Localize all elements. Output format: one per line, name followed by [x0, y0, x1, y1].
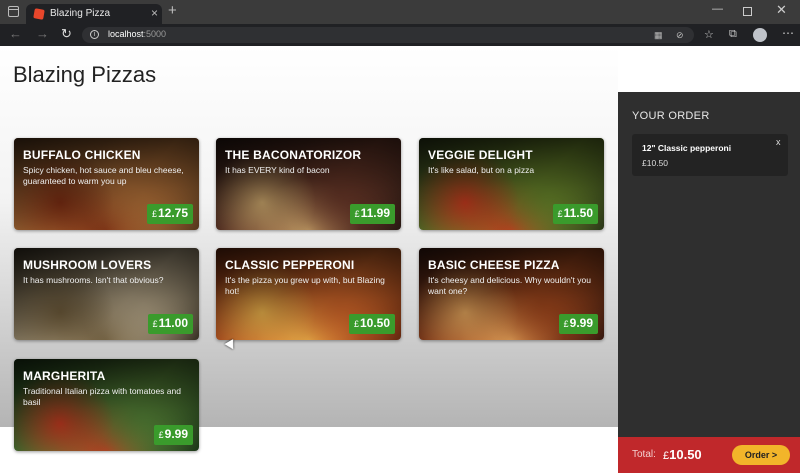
currency-symbol: £ — [354, 209, 360, 219]
currency-symbol: £ — [557, 209, 563, 219]
pizza-name: BASIC CHEESE PIZZA — [428, 258, 560, 272]
tab-close-icon[interactable]: × — [151, 6, 158, 20]
tab-strip: Blazing Pizza × + — ✕ — [0, 0, 800, 24]
order-sidebar: YOUR ORDER 12" Classic pepperoni £10.50 … — [618, 92, 800, 437]
order-item: 12" Classic pepperoni £10.50 x — [632, 134, 788, 176]
window-menu-icon[interactable] — [8, 6, 19, 17]
url-host: localhost — [108, 29, 144, 39]
maximize-button[interactable] — [743, 7, 752, 16]
pizza-description: It has mushrooms. Isn't that obvious? — [23, 275, 164, 285]
pizza-favicon-icon — [33, 8, 45, 20]
tracking-prevention-icon[interactable]: ⊘ — [676, 30, 684, 41]
price-value: 12.75 — [157, 206, 188, 220]
close-window-button[interactable]: ✕ — [776, 2, 787, 18]
pizza-card-classic-pepperoni[interactable]: CLASSIC PEPPERONI It's the pizza you gre… — [216, 248, 401, 340]
currency-symbol: £ — [152, 319, 158, 329]
new-tab-button[interactable]: + — [168, 3, 177, 19]
pizza-name: BUFFALO CHICKEN — [23, 148, 141, 162]
pizza-price-badge: £10.50 — [348, 314, 395, 334]
price-value: 10.50 — [359, 316, 390, 330]
collections-icon[interactable]: ⧉ — [729, 28, 737, 41]
pizza-price-badge: £11.00 — [147, 314, 193, 334]
back-button[interactable]: ← — [9, 26, 22, 41]
tab-title: Blazing Pizza — [50, 8, 111, 19]
order-item-name: 12" Classic pepperoni — [642, 143, 732, 153]
currency-symbol: £ — [353, 319, 359, 329]
pizza-description: It has EVERY kind of bacon — [225, 165, 330, 175]
pizza-price-badge: £11.50 — [552, 204, 598, 224]
pizza-card-margherita[interactable]: MARGHERITA Traditional Italian pizza wit… — [14, 359, 199, 451]
currency-symbol: £ — [151, 209, 157, 219]
pizza-name: THE BACONATORIZOR — [225, 148, 362, 162]
price-value: 9.99 — [164, 427, 188, 441]
pizza-card-buffalo-chicken[interactable]: BUFFALO CHICKEN Spicy chicken, hot sauce… — [14, 138, 199, 230]
pizza-description: Spicy chicken, hot sauce and bleu cheese… — [23, 165, 184, 186]
pizza-card-basic-cheese[interactable]: BASIC CHEESE PIZZA It's cheesy and delic… — [419, 248, 604, 340]
order-title: YOUR ORDER — [632, 110, 710, 122]
total-value: £10.50 — [663, 447, 702, 462]
order-footer: Total: £10.50 Order > — [618, 437, 800, 473]
pizza-name: CLASSIC PEPPERONI — [225, 258, 355, 272]
price-value: 9.99 — [569, 316, 593, 330]
pizza-price-badge: £9.99 — [558, 314, 598, 334]
pizza-description: It's the pizza you grew up with, but Bla… — [225, 275, 385, 296]
pizza-description: It's cheesy and delicious. Why wouldn't … — [428, 275, 591, 296]
pizza-name: VEGGIE DELIGHT — [428, 148, 533, 162]
browser-toolbar: ← → ↻ i localhost:5000 ▦ ⊘ ☆ ⧉ ⋯ — [0, 24, 800, 46]
pizza-card-the-baconatorizor[interactable]: THE BACONATORIZOR It has EVERY kind of b… — [216, 138, 401, 230]
profile-avatar[interactable] — [753, 28, 767, 42]
pizza-description: Traditional Italian pizza with tomatoes … — [23, 386, 181, 407]
price-value: 10.50 — [646, 158, 669, 168]
url-port: :5000 — [143, 29, 167, 39]
pizza-card-mushroom-lovers[interactable]: MUSHROOM LOVERS It has mushrooms. Isn't … — [14, 248, 199, 340]
price-value: 11.99 — [360, 206, 390, 220]
pizza-price-badge: £9.99 — [153, 425, 193, 445]
grid-icon[interactable]: ▦ — [654, 30, 663, 41]
pizza-description: It's like salad, but on a pizza — [428, 165, 535, 175]
page-title: Blazing Pizzas — [13, 62, 157, 87]
browser-tab[interactable]: Blazing Pizza × — [26, 4, 162, 24]
favorites-icon[interactable]: ☆ — [704, 28, 714, 41]
total-amount: 10.50 — [669, 447, 702, 462]
order-item-price: £10.50 — [642, 158, 668, 168]
remove-item-button[interactable]: x — [776, 137, 781, 147]
reload-button[interactable]: ↻ — [61, 26, 72, 42]
order-button[interactable]: Order > — [732, 445, 790, 465]
price-value: 11.00 — [158, 316, 188, 330]
minimize-button[interactable]: — — [712, 3, 723, 15]
more-menu-icon[interactable]: ⋯ — [782, 26, 794, 40]
address-bar[interactable]: i localhost:5000 ▦ ⊘ — [82, 27, 694, 43]
pizza-price-badge: £11.99 — [349, 204, 395, 224]
pizza-price-badge: £12.75 — [146, 204, 193, 224]
pizza-card-veggie-delight[interactable]: VEGGIE DELIGHT It's like salad, but on a… — [419, 138, 604, 230]
price-value: 11.50 — [563, 206, 593, 220]
url-text: localhost:5000 — [108, 29, 166, 39]
total-label: Total: — [632, 449, 656, 460]
currency-symbol: £ — [563, 319, 569, 329]
currency-symbol: £ — [158, 430, 164, 440]
pizza-name: MUSHROOM LOVERS — [23, 258, 152, 272]
pizza-name: MARGHERITA — [23, 369, 106, 383]
site-info-icon[interactable]: i — [90, 30, 99, 39]
forward-button[interactable]: → — [36, 26, 49, 41]
